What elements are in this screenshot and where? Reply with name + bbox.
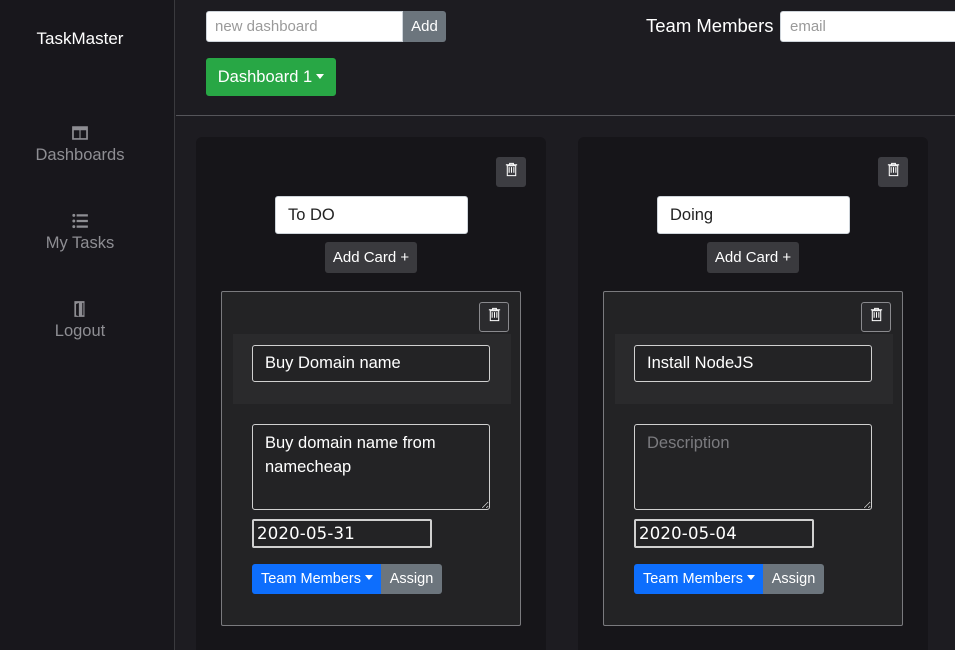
nav-label-dashboards: Dashboards <box>35 146 125 164</box>
nav-item-my-tasks[interactable]: My Tasks <box>0 212 160 253</box>
add-card-button[interactable]: Add Card + <box>707 242 799 273</box>
door-exit-icon <box>71 300 89 318</box>
nav-item-logout[interactable]: Logout <box>0 300 160 341</box>
dashboard-selector-label: Dashboard 1 <box>217 68 313 86</box>
card-title-input[interactable] <box>252 345 490 382</box>
dashboard-selector-button[interactable]: Dashboard 1 <box>206 58 336 96</box>
team-members-dropdown[interactable]: Team Members <box>252 564 382 594</box>
caret-down-icon <box>364 575 373 580</box>
task-card: Buy domain name from namecheap Team Memb… <box>221 291 521 626</box>
assign-button[interactable]: Assign <box>381 564 442 594</box>
assign-button[interactable]: Assign <box>763 564 824 594</box>
trash-icon <box>886 162 901 182</box>
column-title-input[interactable] <box>275 196 468 234</box>
card-due-date-input[interactable] <box>634 519 814 548</box>
delete-column-button[interactable] <box>496 157 526 187</box>
topbar: Add Team Members Dashboard 1 <box>176 0 955 116</box>
delete-column-button[interactable] <box>878 157 908 187</box>
team-members-dropdown-label: Team Members <box>261 571 361 587</box>
caret-down-icon <box>316 74 325 79</box>
nav-item-dashboards[interactable]: Dashboards <box>0 124 160 165</box>
email-input[interactable] <box>780 11 955 42</box>
columns-icon <box>71 124 89 142</box>
brand-logo: TaskMaster <box>36 29 124 48</box>
column-title-input[interactable] <box>657 196 850 234</box>
trash-icon <box>504 162 519 182</box>
nav-label-logout: Logout <box>54 322 106 340</box>
card-title-input[interactable] <box>634 345 872 382</box>
list-icon <box>71 212 89 230</box>
add-dashboard-button[interactable]: Add <box>403 11 446 42</box>
delete-card-button[interactable] <box>479 302 509 332</box>
nav-label-my-tasks: My Tasks <box>45 234 115 252</box>
caret-down-icon <box>746 575 755 580</box>
card-description-textarea[interactable] <box>634 424 872 510</box>
trash-icon <box>869 307 884 327</box>
task-card: Team Members Assign <box>603 291 903 626</box>
board-column: Add Card + Buy domain name from namechea… <box>196 137 546 650</box>
card-description-textarea[interactable]: Buy domain name from namecheap <box>252 424 490 510</box>
card-due-date-input[interactable] <box>252 519 432 548</box>
team-members-dropdown-label: Team Members <box>643 571 743 587</box>
new-dashboard-input[interactable] <box>206 11 403 42</box>
team-members-dropdown[interactable]: Team Members <box>634 564 764 594</box>
trash-icon <box>487 307 502 327</box>
add-card-button[interactable]: Add Card + <box>325 242 417 273</box>
team-members-label: Team Members <box>646 15 774 36</box>
delete-card-button[interactable] <box>861 302 891 332</box>
sidebar: TaskMaster Dashboards My Tasks Logout <box>0 0 175 650</box>
board-column: Add Card + Team Members Assign <box>578 137 928 650</box>
